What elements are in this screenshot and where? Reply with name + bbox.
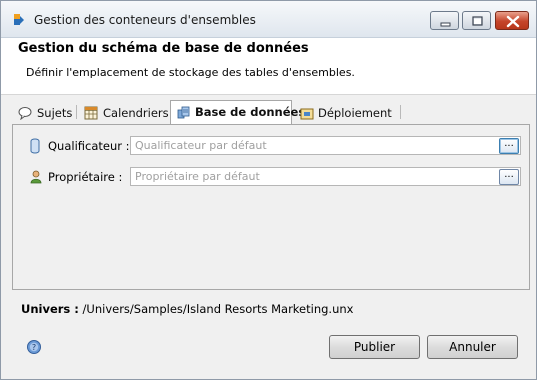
app-logo-icon (14, 14, 24, 25)
maximize-button[interactable] (462, 11, 491, 30)
publish-button[interactable]: Publier (329, 335, 420, 359)
owner-browse-button[interactable]: ... (499, 169, 519, 185)
owner-placeholder: Propriétaire par défaut (135, 170, 260, 183)
owner-label: Propriétaire : (48, 170, 123, 184)
tab-divider (76, 105, 77, 119)
page-title: Gestion du schéma de base de données (18, 41, 309, 56)
help-icon[interactable]: ? (26, 339, 42, 355)
tab-deploiement[interactable]: Déploiement (294, 102, 400, 124)
tab-label: Sujets (37, 106, 73, 120)
cancel-button[interactable]: Annuler (427, 335, 518, 359)
calendar-icon (84, 106, 98, 120)
tab-label: Base de données (195, 105, 306, 119)
database-icon (177, 106, 190, 119)
speech-bubble-icon (18, 107, 32, 120)
qualifier-cylinder-icon (30, 138, 40, 154)
dialog-header: Gestion du schéma de base de données Déf… (1, 38, 536, 95)
tab-base-de-donnees[interactable]: Base de données (170, 100, 305, 125)
tab-label: Déploiement (318, 106, 392, 120)
minimize-icon (440, 22, 451, 27)
window-title: Gestion des conteneurs d'ensembles (34, 13, 256, 27)
tab-label: Calendriers (103, 106, 169, 120)
qualifier-input[interactable]: Qualificateur par défaut (130, 136, 521, 155)
universe-label: Univers : (21, 302, 79, 316)
database-tab-panel: Qualificateur : Qualificateur par défaut… (12, 124, 530, 290)
page-description: Définir l'emplacement de stockage des ta… (26, 66, 355, 79)
tab-bar: Sujets Calendriers Base de données Déplo… (12, 100, 529, 125)
qualifier-browse-button[interactable]: ... (499, 138, 519, 154)
svg-text:?: ? (32, 343, 36, 352)
close-button[interactable] (495, 11, 529, 30)
title-bar[interactable]: Gestion des conteneurs d'ensembles (1, 1, 536, 38)
close-icon (506, 15, 520, 28)
tab-sujets[interactable]: Sujets (12, 102, 74, 124)
maximize-icon (472, 16, 483, 26)
qualifier-label: Qualificateur : (48, 139, 130, 153)
owner-person-icon (30, 170, 42, 184)
minimize-button[interactable] (430, 11, 459, 30)
universe-info: Univers : /Univers/Samples/Island Resort… (21, 302, 353, 316)
universe-path: /Univers/Samples/Island Resorts Marketin… (82, 302, 354, 316)
deployment-icon (300, 108, 314, 120)
tab-calendriers[interactable]: Calendriers (78, 102, 170, 124)
dialog-window: Gestion des conteneurs d'ensembles Gesti… (0, 0, 537, 380)
tab-divider (400, 105, 401, 119)
owner-input[interactable]: Propriétaire par défaut (130, 167, 521, 186)
qualifier-placeholder: Qualificateur par défaut (135, 139, 267, 152)
